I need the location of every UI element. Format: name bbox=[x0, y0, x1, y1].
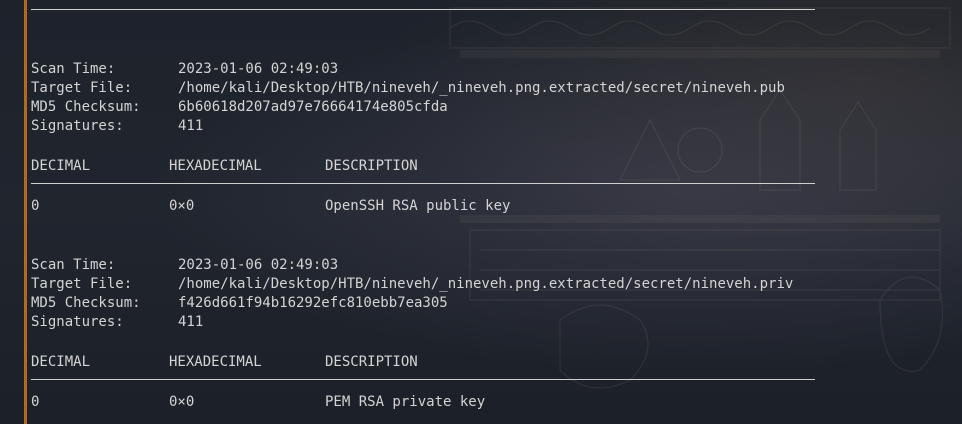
target-file-line: Target File: /home/kali/Desktop/HTB/ninev… bbox=[31, 79, 785, 97]
md5-value: 6b60618d207ad97e76664174e805cfda bbox=[178, 99, 448, 115]
target-file-label: Target File: bbox=[31, 80, 133, 96]
signatures-value: 411 bbox=[178, 314, 204, 330]
cell-hexadecimal: 0×0 bbox=[169, 394, 195, 410]
signatures-value: 411 bbox=[178, 118, 204, 134]
target-file-value: /home/kali/Desktop/HTB/nineveh/_nineveh.… bbox=[178, 80, 785, 96]
signatures-label: Signatures: bbox=[31, 314, 124, 330]
header-description: DESCRIPTION bbox=[325, 158, 418, 174]
md5-label: MD5 Checksum: bbox=[31, 295, 141, 311]
header-decimal: DECIMAL bbox=[31, 354, 91, 370]
table-header: DECIMAL HEXADECIMAL DESCRIPTION bbox=[31, 157, 418, 175]
md5-label: MD5 Checksum: bbox=[31, 99, 141, 115]
cell-description: OpenSSH RSA public key bbox=[325, 198, 511, 214]
divider-rule bbox=[31, 9, 815, 10]
cell-hexadecimal: 0×0 bbox=[169, 198, 195, 214]
header-decimal: DECIMAL bbox=[31, 158, 91, 174]
table-header: DECIMAL HEXADECIMAL DESCRIPTION bbox=[31, 353, 418, 371]
md5-line: MD5 Checksum: 6b60618d207ad97e76664174e80… bbox=[31, 98, 448, 116]
signatures-line: Signatures: 411 bbox=[31, 313, 203, 331]
scan-time-label: Scan Time: bbox=[31, 257, 116, 273]
header-hexadecimal: HEXADECIMAL bbox=[169, 158, 262, 174]
target-file-value: /home/kali/Desktop/HTB/nineveh/_nineveh.… bbox=[178, 276, 794, 292]
md5-value: f426d661f94b16292efc810ebb7ea305 bbox=[178, 295, 448, 311]
signatures-label: Signatures: bbox=[31, 118, 124, 134]
table-row: 0 0×0 PEM RSA private key bbox=[31, 393, 485, 411]
prompt-gutter-bar bbox=[24, 0, 27, 424]
header-description: DESCRIPTION bbox=[325, 354, 418, 370]
md5-line: MD5 Checksum: f426d661f94b16292efc810ebb7… bbox=[31, 294, 448, 312]
cell-decimal: 0 bbox=[31, 394, 40, 410]
signatures-line: Signatures: 411 bbox=[31, 117, 203, 135]
cell-description: PEM RSA private key bbox=[325, 394, 486, 410]
table-row: 0 0×0 OpenSSH RSA public key bbox=[31, 197, 510, 215]
scan-time-value: 2023-01-06 02:49:03 bbox=[178, 257, 339, 273]
scan-time-line: Scan Time: 2023-01-06 02:49:03 bbox=[31, 256, 338, 274]
target-file-label: Target File: bbox=[31, 276, 133, 292]
target-file-line: Target File: /home/kali/Desktop/HTB/ninev… bbox=[31, 275, 793, 293]
terminal-window[interactable]: Scan Time: 2023-01-06 02:49:03 Target Fil… bbox=[0, 0, 962, 424]
scan-time-value: 2023-01-06 02:49:03 bbox=[178, 61, 339, 77]
scan-time-label: Scan Time: bbox=[31, 61, 116, 77]
scan-time-line: Scan Time: 2023-01-06 02:49:03 bbox=[31, 60, 338, 78]
header-hexadecimal: HEXADECIMAL bbox=[169, 354, 262, 370]
cell-decimal: 0 bbox=[31, 198, 40, 214]
divider-rule bbox=[31, 379, 815, 380]
divider-rule bbox=[31, 183, 815, 184]
